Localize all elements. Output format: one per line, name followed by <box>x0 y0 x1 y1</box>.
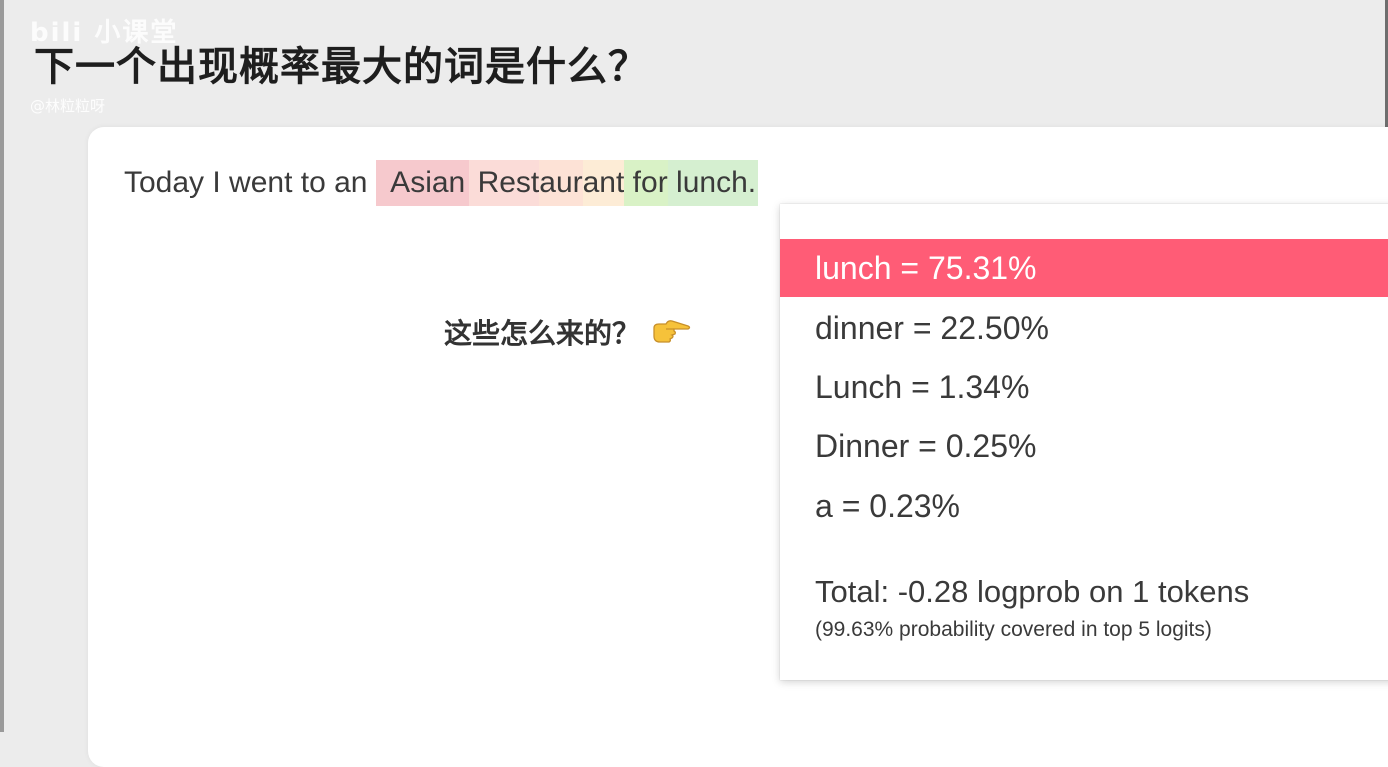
probability-option[interactable]: Lunch = 1.34% <box>780 358 1388 416</box>
probability-option[interactable]: dinner = 22.50% <box>780 299 1388 357</box>
prompt-sentence: Today I went to an Asian Rest aur ant fo… <box>124 160 759 206</box>
token-lunch[interactable]: lunch. <box>667 160 759 206</box>
sentence-prefix: Today I went to an <box>124 166 368 199</box>
token-for[interactable]: for <box>624 160 668 206</box>
probability-option[interactable]: Dinner = 0.25% <box>780 417 1388 475</box>
probability-option[interactable]: lunch = 75.31% <box>780 239 1388 297</box>
token-asian[interactable]: Asian <box>375 160 470 206</box>
left-edge <box>0 0 4 732</box>
probability-option[interactable]: a = 0.23% <box>780 477 1388 535</box>
token-aur[interactable]: aur <box>539 160 583 206</box>
token-ant[interactable]: ant <box>582 160 625 206</box>
token-rest[interactable]: Rest <box>469 160 540 206</box>
question-text: 这些怎么来的？ <box>444 317 641 350</box>
token-probability-popup: lunch = 75.31% dinner = 22.50% Lunch = 1… <box>780 204 1388 680</box>
watermark-handle: @林粒粒呀 <box>30 97 106 115</box>
probability-coverage: (99.63% probability covered in top 5 log… <box>815 618 1212 641</box>
page-heading: 下一个出现概率最大的词是什么？ <box>34 44 649 90</box>
total-logprob: Total: -0.28 logprob on 1 tokens <box>815 574 1250 609</box>
question-annotation: 这些怎么来的？ <box>444 312 692 352</box>
pointing-right-hand-icon <box>652 318 692 346</box>
